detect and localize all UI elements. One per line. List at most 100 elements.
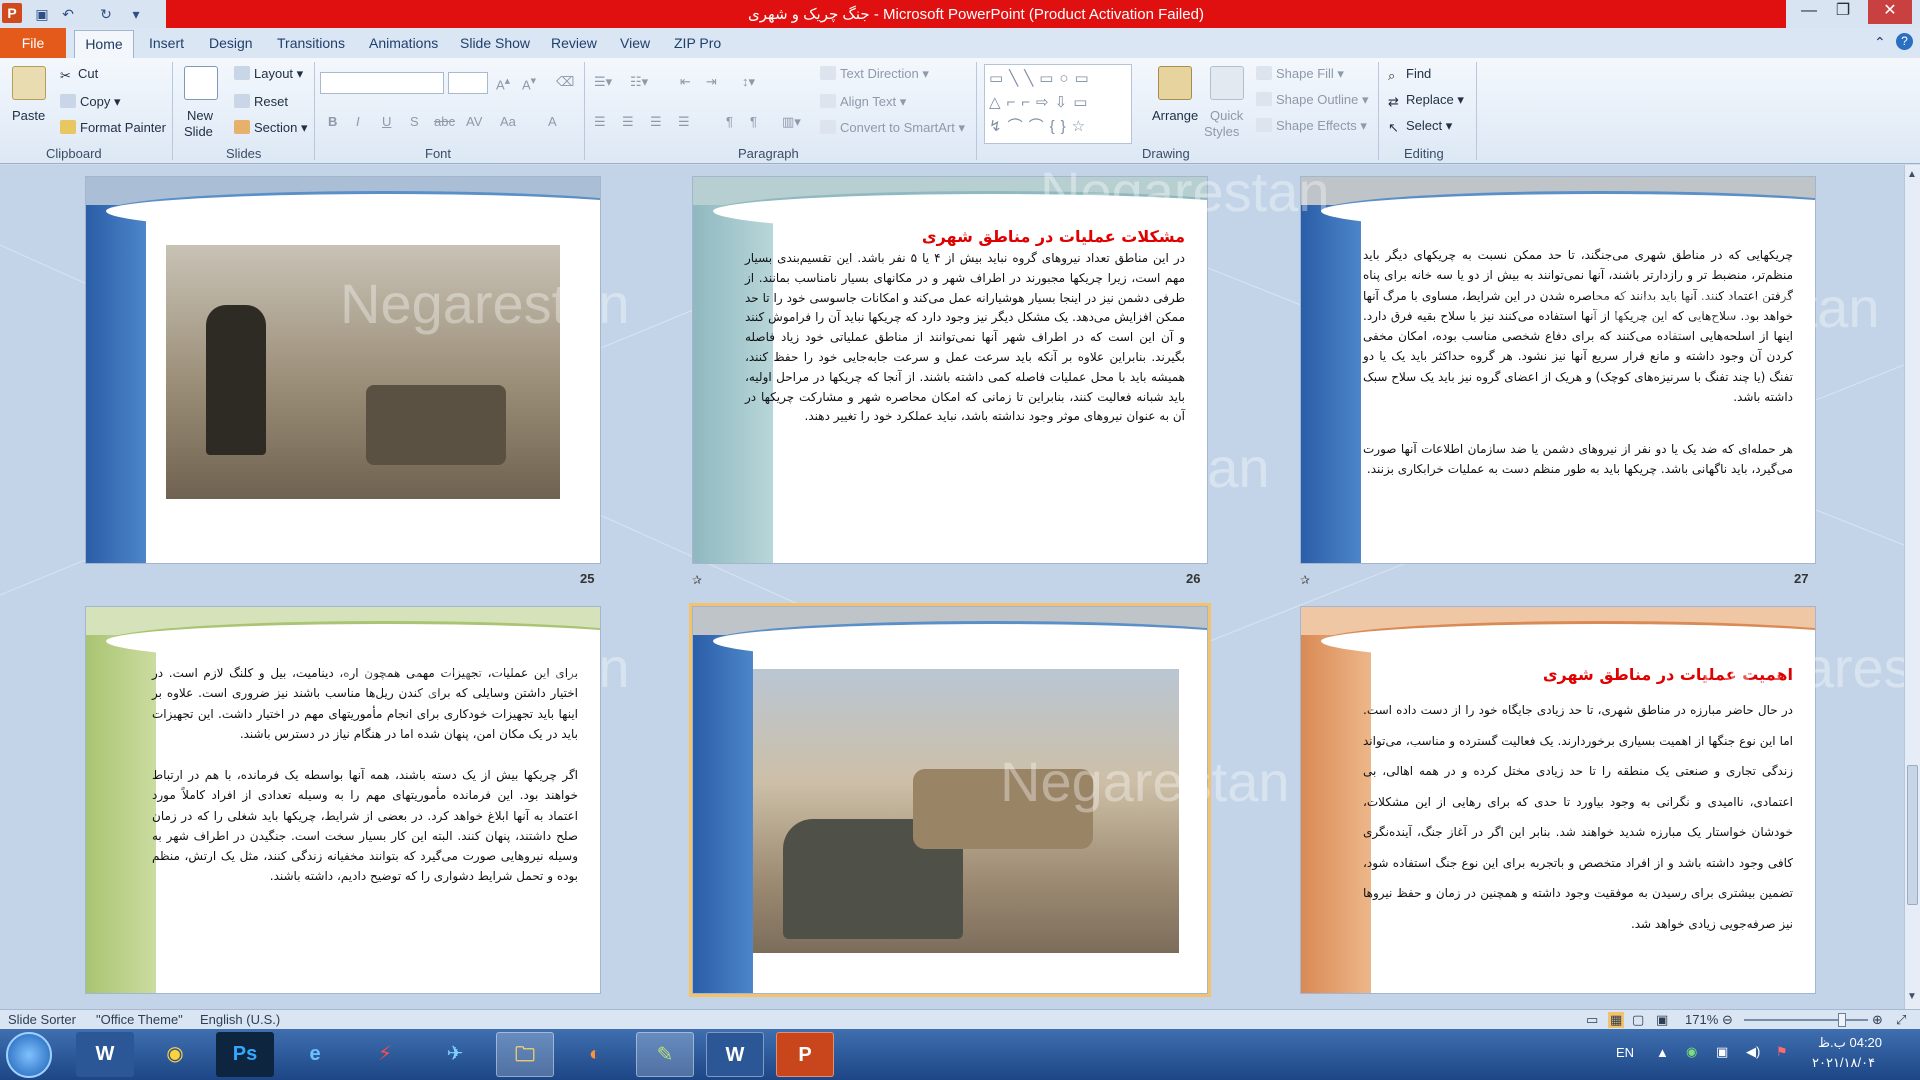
align-text-button[interactable]: Align Text ▾: [820, 94, 906, 110]
align-center-icon[interactable]: ☰: [622, 114, 634, 130]
tab-home[interactable]: Home: [74, 30, 134, 58]
tray-expand-icon[interactable]: ▲: [1656, 1045, 1669, 1060]
slide-sorter-view-icon[interactable]: ▦: [1608, 1012, 1625, 1028]
undo-icon[interactable]: ↶: [58, 4, 78, 24]
tab-transitions[interactable]: Transitions: [277, 35, 345, 51]
taskbar-explorer-icon[interactable]: 🗀: [496, 1032, 554, 1077]
slide-thumbnail-27[interactable]: چریکهایی که در مناطق شهری می‌جنگند، تا ح…: [1300, 176, 1816, 564]
redo-icon[interactable]: ↻: [96, 4, 116, 24]
slide-thumbnail-25[interactable]: [85, 176, 601, 564]
scrollbar-thumb[interactable]: [1907, 765, 1918, 905]
transition-star-icon[interactable]: ✰: [1300, 573, 1310, 587]
paste-button[interactable]: Paste: [12, 108, 45, 123]
taskbar-word-icon[interactable]: W: [76, 1032, 134, 1077]
slide-thumbnail-28[interactable]: برای این عملیات، تجهیزات مهمی همچون اره،…: [85, 606, 601, 994]
quick-styles-icon[interactable]: [1210, 66, 1244, 100]
shapes-gallery[interactable]: ▭╲╲▭○▭ △⌐⌐⇨⇩▭ ↯⌒⌒{}☆: [984, 64, 1132, 144]
close-button[interactable]: ✕: [1868, 0, 1912, 24]
new-slide-label-2[interactable]: Slide: [184, 124, 213, 139]
shadow-icon[interactable]: S: [410, 114, 419, 129]
normal-view-icon[interactable]: ▭: [1586, 1012, 1598, 1028]
fit-to-window-icon[interactable]: ⤢: [1896, 1012, 1906, 1028]
italic-icon[interactable]: I: [356, 114, 360, 129]
change-case-icon[interactable]: Aa: [500, 114, 516, 129]
underline-icon[interactable]: U: [382, 114, 391, 129]
taskbar-firefox-icon[interactable]: ◐: [566, 1032, 624, 1077]
minimize-ribbon-icon[interactable]: ⌃: [1874, 34, 1886, 51]
tab-slide-show[interactable]: Slide Show: [460, 35, 530, 51]
replace-button[interactable]: ⇄ Replace ▾: [1388, 92, 1464, 109]
slide-sorter-pane[interactable]: 25 مشکلات عملیات در مناطق شهری در این من…: [0, 165, 1904, 1009]
layout-button[interactable]: Layout ▾: [234, 66, 303, 82]
action-center-icon[interactable]: ⚑: [1776, 1044, 1788, 1060]
taskbar-ie-icon[interactable]: e: [286, 1032, 344, 1077]
new-slide-icon[interactable]: [184, 66, 218, 100]
columns-icon[interactable]: ▥▾: [782, 114, 801, 130]
customize-qat-icon[interactable]: ▾: [126, 4, 146, 24]
network-icon[interactable]: ◉: [1686, 1044, 1697, 1060]
text-direction-button[interactable]: Text Direction ▾: [820, 66, 929, 82]
decrease-indent-icon[interactable]: ⇤: [680, 74, 691, 90]
taskbar-telegram-icon[interactable]: ✈: [426, 1032, 484, 1077]
start-button[interactable]: [6, 1032, 52, 1078]
shape-fill-button[interactable]: Shape Fill ▾: [1256, 66, 1344, 82]
arrange-icon[interactable]: [1158, 66, 1192, 100]
cut-button[interactable]: ✂ Cut: [60, 66, 98, 83]
grow-font-icon[interactable]: A▴: [496, 74, 510, 92]
ltr-icon[interactable]: ¶: [750, 114, 757, 129]
increase-indent-icon[interactable]: ⇥: [706, 74, 717, 90]
font-size-dropdown[interactable]: [448, 72, 488, 94]
slide-thumbnail-30[interactable]: اهمیت عملیات در مناطق شهری در حال حاضر م…: [1300, 606, 1816, 994]
bullets-icon[interactable]: ☰▾: [594, 74, 612, 90]
vertical-scrollbar[interactable]: ▲ ▼: [1904, 165, 1920, 1009]
tab-insert[interactable]: Insert: [149, 35, 184, 51]
scroll-up-icon[interactable]: ▲: [1907, 169, 1917, 180]
format-painter-button[interactable]: Format Painter: [60, 120, 166, 135]
align-left-icon[interactable]: ☰: [594, 114, 606, 130]
volume-icon[interactable]: ◀): [1746, 1044, 1760, 1060]
powerpoint-app-icon[interactable]: P: [2, 3, 22, 23]
strikethrough-icon[interactable]: abc: [434, 114, 455, 129]
clock-time[interactable]: 04:20 ب.ظ: [1818, 1035, 1882, 1051]
line-spacing-icon[interactable]: ↕▾: [742, 74, 755, 90]
zoom-slider-handle[interactable]: [1838, 1013, 1846, 1027]
char-spacing-icon[interactable]: AV: [466, 114, 482, 129]
taskbar-flash-icon[interactable]: ⚡: [356, 1032, 414, 1077]
bold-icon[interactable]: B: [328, 114, 337, 129]
tab-review[interactable]: Review: [551, 35, 597, 51]
arrange-button[interactable]: Arrange: [1152, 108, 1198, 123]
paste-icon[interactable]: [12, 66, 46, 100]
maximize-button[interactable]: ❐: [1826, 0, 1860, 24]
rtl-icon[interactable]: ¶: [726, 114, 733, 129]
tab-zip-pro[interactable]: ZIP Pro: [674, 35, 721, 51]
tab-view[interactable]: View: [620, 35, 650, 51]
zoom-slider[interactable]: [1744, 1019, 1868, 1021]
theme-indicator[interactable]: "Office Theme": [96, 1012, 183, 1027]
slide-thumbnail-29[interactable]: [689, 603, 1211, 997]
align-right-icon[interactable]: ☰: [650, 114, 662, 130]
zoom-out-icon[interactable]: ⊖: [1722, 1012, 1733, 1028]
taskbar-paint-icon[interactable]: ✎: [636, 1032, 694, 1077]
taskbar-chrome-icon[interactable]: ◉: [146, 1032, 204, 1077]
font-family-dropdown[interactable]: [320, 72, 444, 94]
tab-animations[interactable]: Animations: [369, 35, 438, 51]
help-icon[interactable]: ?: [1896, 33, 1913, 50]
zoom-in-icon[interactable]: ⊕: [1872, 1012, 1883, 1028]
scroll-down-icon[interactable]: ▼: [1907, 991, 1917, 1002]
transition-star-icon[interactable]: ✰: [692, 573, 702, 587]
tab-file[interactable]: File: [0, 28, 66, 58]
reading-view-icon[interactable]: ▢: [1632, 1012, 1644, 1028]
language-indicator[interactable]: English (U.S.): [200, 1012, 280, 1027]
zoom-level[interactable]: 171%: [1685, 1012, 1718, 1027]
save-icon[interactable]: ▣: [32, 4, 52, 24]
justify-icon[interactable]: ☰: [678, 114, 690, 130]
new-slide-label-1[interactable]: New: [187, 108, 213, 123]
section-button[interactable]: Section ▾: [234, 120, 308, 136]
display-icon[interactable]: ▣: [1716, 1044, 1728, 1060]
quick-styles-label-1[interactable]: Quick: [1210, 108, 1243, 123]
language-tray[interactable]: EN: [1616, 1045, 1634, 1060]
convert-smartart-button[interactable]: Convert to SmartArt ▾: [820, 120, 965, 136]
select-button[interactable]: ↖ Select ▾: [1388, 118, 1452, 135]
copy-button[interactable]: Copy ▾: [60, 94, 121, 110]
quick-styles-label-2[interactable]: Styles: [1204, 124, 1239, 139]
